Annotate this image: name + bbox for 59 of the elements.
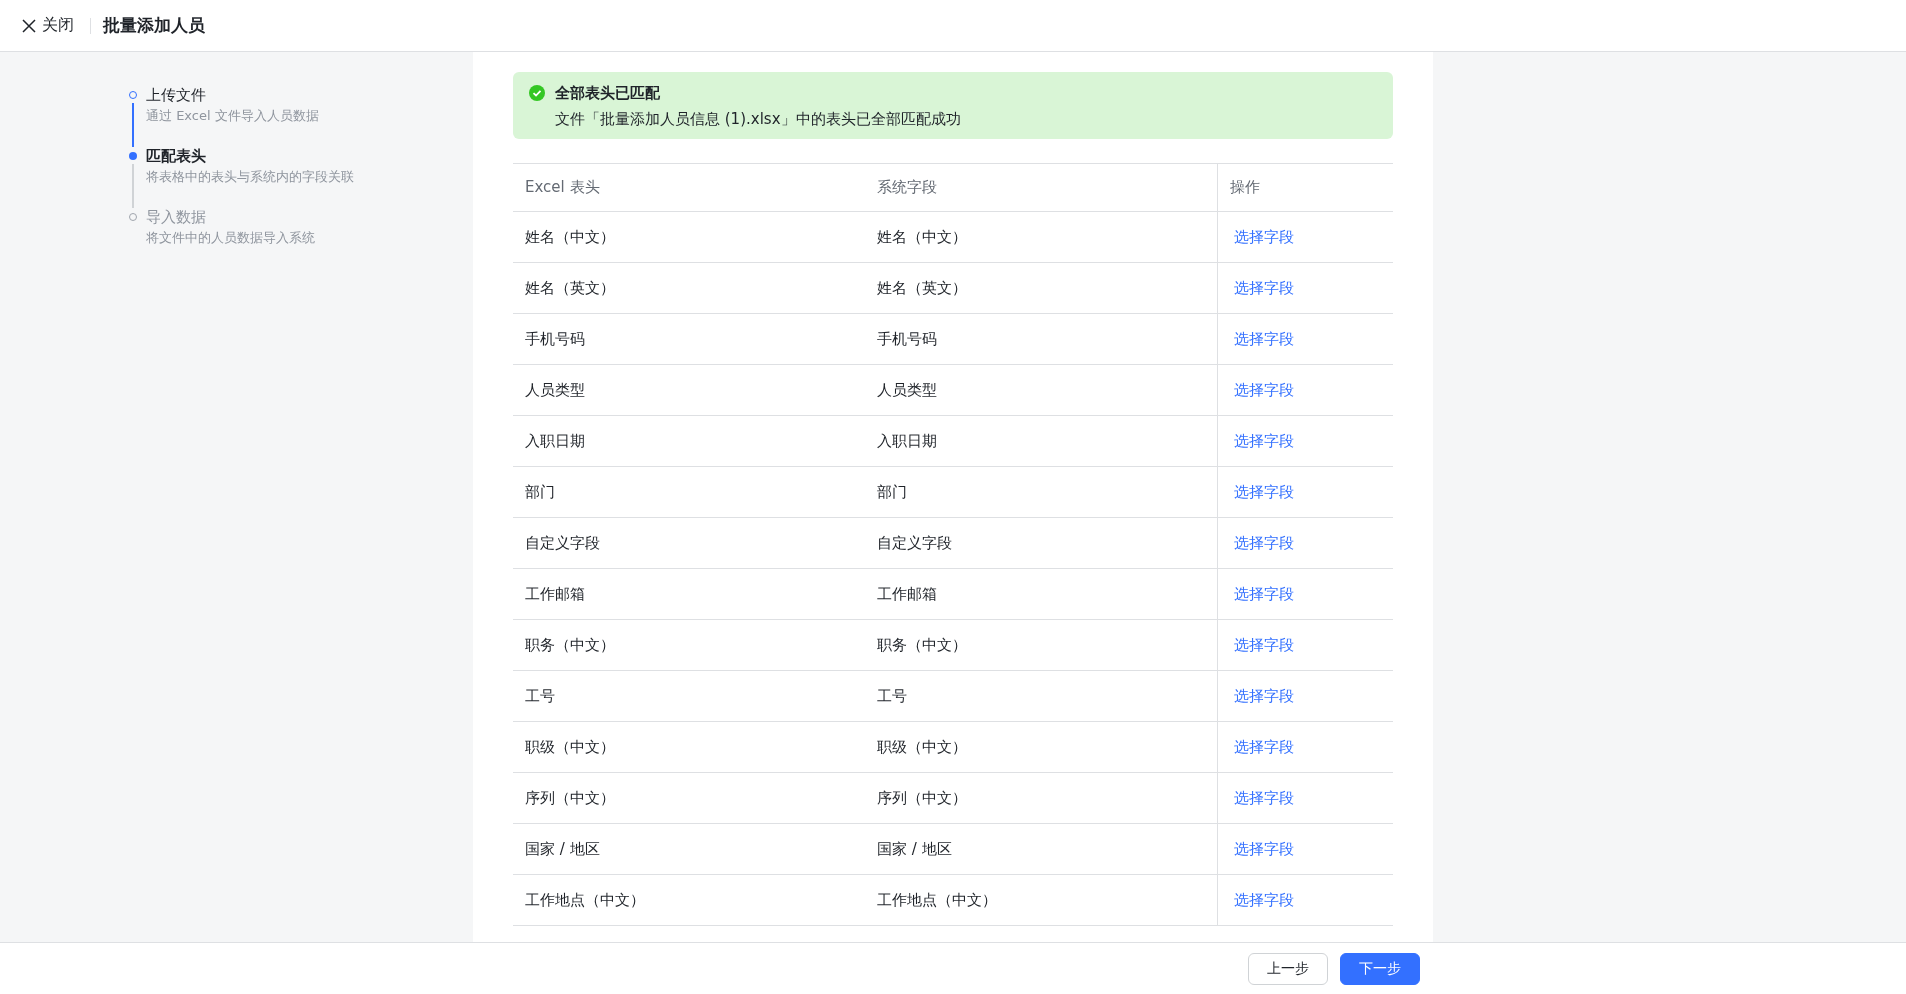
select-field-link[interactable]: 选择字段 [1234,227,1294,246]
close-icon [22,18,36,33]
check-circle-icon [529,85,545,101]
column-header: 系统字段 [865,163,1218,212]
table-cell: 职级（中文） [513,721,865,773]
table-cell: 入职日期 [513,415,865,467]
column-header: 操作 [1217,163,1393,212]
step-description: 通过 Excel 文件导入人员数据 [146,107,319,125]
table-cell: 部门 [513,466,865,518]
select-field-link[interactable]: 选择字段 [1234,788,1294,807]
step-title: 匹配表头 [146,147,207,165]
alert-title: 全部表头已匹配 [555,83,661,103]
table-cell: 序列（中文） [865,772,1218,824]
select-field-link[interactable]: 选择字段 [1234,890,1294,909]
select-field-link[interactable]: 选择字段 [1234,482,1294,501]
previous-button[interactable]: 上一步 [1248,952,1328,985]
table-cell: 工作地点（中文） [865,874,1218,926]
table-cell: 姓名（中文） [865,211,1218,263]
table-cell: 姓名（英文） [513,262,865,314]
select-field-link[interactable]: 选择字段 [1234,737,1294,756]
select-field-link[interactable]: 选择字段 [1234,584,1294,603]
table-cell: 工号 [513,670,865,722]
table-cell: 人员类型 [865,364,1218,416]
step-description: 将表格中的表头与系统内的字段关联 [146,168,354,186]
table-cell: 工号 [865,670,1218,722]
next-button[interactable]: 下一步 [1340,952,1420,985]
column-header: Excel 表头 [513,163,865,212]
select-field-link[interactable]: 选择字段 [1234,278,1294,297]
table-cell: 手机号码 [513,313,865,365]
table-cell: 工作邮箱 [865,568,1218,620]
page-title: 批量添加人员 [103,14,205,37]
table-cell: 职级（中文） [865,721,1218,773]
select-field-link[interactable]: 选择字段 [1234,431,1294,450]
select-field-link[interactable]: 选择字段 [1234,329,1294,348]
table-cell: 国家 / 地区 [865,823,1218,875]
step-title: 导入数据 [146,208,207,226]
table-cell: 自定义字段 [513,517,865,569]
select-field-link[interactable]: 选择字段 [1234,380,1294,399]
table-cell: 部门 [865,466,1218,518]
select-field-link[interactable]: 选择字段 [1234,686,1294,705]
table-cell: 自定义字段 [865,517,1218,569]
table-cell: 工作邮箱 [513,568,865,620]
table-cell: 手机号码 [865,313,1218,365]
table-cell: 职务（中文） [513,619,865,671]
table-cell: 姓名（英文） [865,262,1218,314]
select-field-link[interactable]: 选择字段 [1234,839,1294,858]
table-cell: 国家 / 地区 [513,823,865,875]
select-field-link[interactable]: 选择字段 [1234,533,1294,552]
table-cell: 入职日期 [865,415,1218,467]
step-description: 将文件中的人员数据导入系统 [146,229,315,247]
table-cell: 姓名（中文） [513,211,865,263]
table-cell: 职务（中文） [865,619,1218,671]
close-button[interactable]: 关闭 [22,15,74,36]
step-title: 上传文件 [146,86,207,104]
table-cell: 序列（中文） [513,772,865,824]
table-cell: 工作地点（中文） [513,874,865,926]
table-cell: 人员类型 [513,364,865,416]
alert-message: 文件「批量添加人员信息 (1).xlsx」中的表头已全部匹配成功 [555,109,961,129]
select-field-link[interactable]: 选择字段 [1234,635,1294,654]
